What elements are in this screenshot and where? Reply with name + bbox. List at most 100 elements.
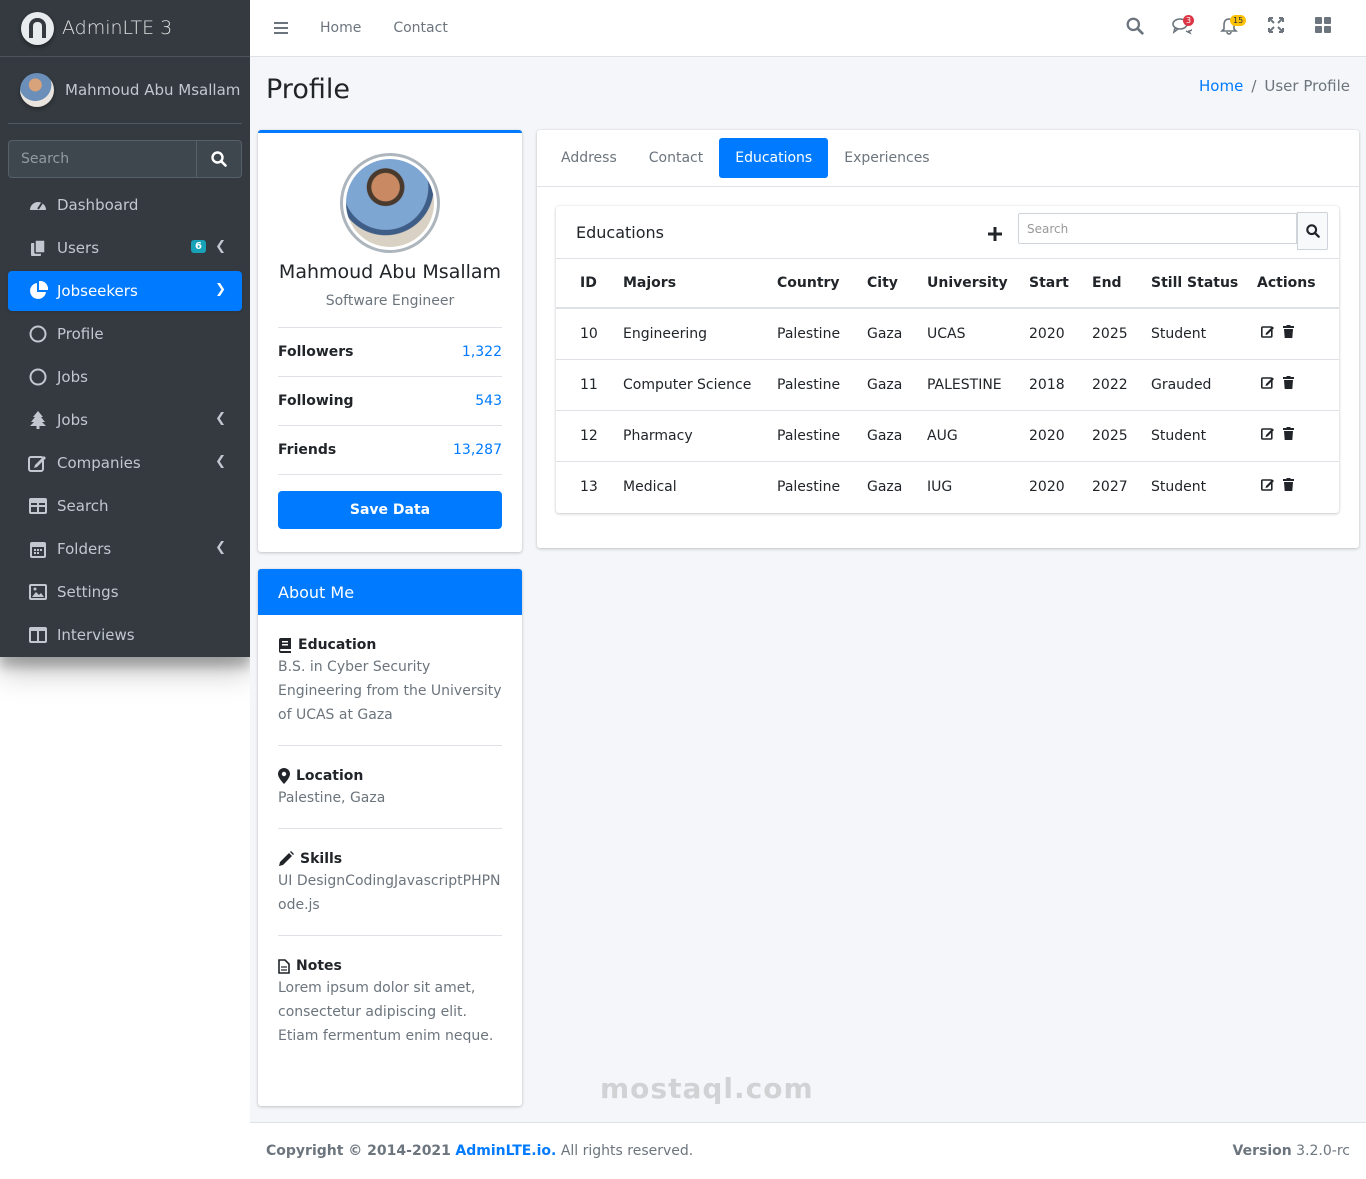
edit-row-button[interactable] xyxy=(1261,478,1275,495)
sidebar-item-label: Interviews xyxy=(57,626,135,644)
table-cell: 2027 xyxy=(1092,460,1151,512)
table-cell: UCAS xyxy=(927,307,1029,359)
brand-link[interactable]: AdminLTE 3 xyxy=(0,0,250,57)
edit-row-button[interactable] xyxy=(1261,427,1275,444)
edit-row-button[interactable] xyxy=(1261,376,1275,393)
sidebar-item-settings[interactable]: Settings xyxy=(8,572,242,612)
table-row: 11 Computer Science Palestine Gaza PALESTINE… xyxy=(556,358,1339,410)
tab-experiences[interactable]: Experiences xyxy=(828,138,945,178)
profile-picture xyxy=(340,153,440,253)
nav-link-contact[interactable]: Contact xyxy=(393,20,447,36)
page-title: Profile xyxy=(266,74,350,105)
sidebar-item-label: Dashboard xyxy=(57,196,139,214)
stat-value[interactable]: 13,287 xyxy=(453,442,502,458)
sidebar-item-companies[interactable]: Companies ❮ xyxy=(8,443,242,483)
navbar-search-button[interactable] xyxy=(1111,17,1158,41)
table-cell: Computer Science xyxy=(623,358,777,410)
sidebar-search-input[interactable] xyxy=(8,140,196,178)
stat-label: Following xyxy=(278,393,354,409)
sidebar-item-label: Settings xyxy=(57,583,119,601)
sidebar-item-users[interactable]: Users 6 ❮ xyxy=(8,228,242,268)
sidebar-item-jobs-sub[interactable]: Jobs xyxy=(8,357,242,397)
stat-value[interactable]: 543 xyxy=(475,393,502,409)
educations-search-button[interactable] xyxy=(1297,212,1328,250)
table-cell: 2022 xyxy=(1092,358,1151,410)
circle-icon xyxy=(28,367,48,387)
notifications-dropdown[interactable]: 15 xyxy=(1205,15,1252,41)
profile-name: Mahmoud Abu Msallam xyxy=(278,261,502,283)
sidebar-item-search[interactable]: Search xyxy=(8,486,242,526)
add-education-button[interactable] xyxy=(988,222,1002,247)
delete-row-button[interactable] xyxy=(1283,325,1294,342)
tab-contact[interactable]: Contact xyxy=(633,138,719,178)
sidebar-item-label: Jobs xyxy=(57,368,88,386)
sidebar-item-folders[interactable]: Folders ❮ xyxy=(8,529,242,569)
tab-address[interactable]: Address xyxy=(545,138,633,178)
column-header: Still Status xyxy=(1151,259,1257,309)
sidebar-item-label: Search xyxy=(57,497,109,515)
column-header: ID xyxy=(556,259,623,309)
breadcrumb-current: User Profile xyxy=(1264,77,1350,95)
educations-search xyxy=(1018,212,1328,250)
table-cell: 2025 xyxy=(1092,307,1151,359)
table-row: 10 Engineering Palestine Gaza UCAS 2020 2025 St… xyxy=(556,307,1339,359)
sidebar-item-interviews[interactable]: Interviews xyxy=(8,615,242,655)
version-number: 3.2.0-rc xyxy=(1296,1143,1350,1159)
messages-dropdown[interactable]: 3 xyxy=(1158,15,1205,41)
expand-arrows-icon xyxy=(1267,17,1284,33)
footer-link[interactable]: AdminLTE.io. xyxy=(455,1143,556,1159)
stat-following: Following 543 xyxy=(278,377,502,426)
about-me-card: About Me Education B.S. in Cyber Securit… xyxy=(258,569,522,1106)
delete-row-button[interactable] xyxy=(1283,478,1294,495)
tachometer-icon xyxy=(28,195,48,215)
edit-row-button[interactable] xyxy=(1261,325,1275,342)
about-section-text: Lorem ipsum dolor sit amet, consectetur … xyxy=(278,980,494,1044)
circle-icon xyxy=(28,324,48,344)
user-panel[interactable]: Mahmoud Abu Msallam xyxy=(8,57,242,124)
table-cell: Student xyxy=(1151,307,1257,359)
sidebar-item-dashboard[interactable]: Dashboard xyxy=(8,185,242,225)
trash-icon xyxy=(1283,427,1294,440)
table-cell-actions xyxy=(1257,460,1339,512)
table-cell: 12 xyxy=(556,409,623,461)
profile-tabs-card: Address Contact Educations Experiences E… xyxy=(537,130,1359,548)
stat-friends: Friends 13,287 xyxy=(278,426,502,475)
watermark: mostaql.com xyxy=(600,1072,814,1105)
nav-link-home[interactable]: Home xyxy=(320,20,361,36)
sidebar-nav: Dashboard Users 6 ❮ Jobseekers ❯ Profile… xyxy=(0,185,250,655)
about-section-title: Notes xyxy=(296,958,342,974)
table-cell: Engineering xyxy=(623,307,777,359)
brand-name: AdminLTE 3 xyxy=(62,17,173,39)
educations-search-input[interactable] xyxy=(1018,213,1297,244)
control-sidebar-button[interactable] xyxy=(1299,17,1346,41)
sidebar-item-profile[interactable]: Profile xyxy=(8,314,242,354)
calendar-icon xyxy=(28,539,48,559)
hamburger-menu-icon[interactable] xyxy=(274,22,288,34)
tab-educations[interactable]: Educations xyxy=(719,138,829,178)
fullscreen-button[interactable] xyxy=(1252,17,1299,41)
top-navbar: Home Contact 3 15 xyxy=(250,0,1366,57)
sidebar-item-label: Profile xyxy=(57,325,104,343)
sidebar-search-button[interactable] xyxy=(196,140,242,178)
user-name[interactable]: Mahmoud Abu Msallam xyxy=(65,81,240,99)
save-data-button[interactable]: Save Data xyxy=(278,491,502,529)
table-cell: Palestine xyxy=(777,307,867,359)
footer-version: Version 3.2.0-rc xyxy=(1233,1143,1350,1159)
about-section-title: Skills xyxy=(300,851,343,867)
table-cell: Palestine xyxy=(777,409,867,461)
content-wrapper: Profile Home / User Profile Mahmoud Abu Ms… xyxy=(250,57,1366,1122)
breadcrumb-home[interactable]: Home xyxy=(1199,77,1243,95)
delete-row-button[interactable] xyxy=(1283,376,1294,393)
delete-row-button[interactable] xyxy=(1283,427,1294,444)
sidebar-item-jobs[interactable]: Jobs ❮ xyxy=(8,400,242,440)
about-location: Location Palestine, Gaza xyxy=(278,746,502,829)
notifications-badge: 15 xyxy=(1230,15,1247,26)
table-cell: Grauded xyxy=(1151,358,1257,410)
sidebar-item-label: Companies xyxy=(57,454,141,472)
sidebar-item-jobseekers[interactable]: Jobseekers ❯ xyxy=(8,271,242,311)
trash-icon xyxy=(1283,376,1294,389)
search-icon xyxy=(1305,224,1320,238)
table-cell: Palestine xyxy=(777,460,867,512)
stat-value[interactable]: 1,322 xyxy=(462,344,502,360)
table-cell: Gaza xyxy=(867,460,927,512)
